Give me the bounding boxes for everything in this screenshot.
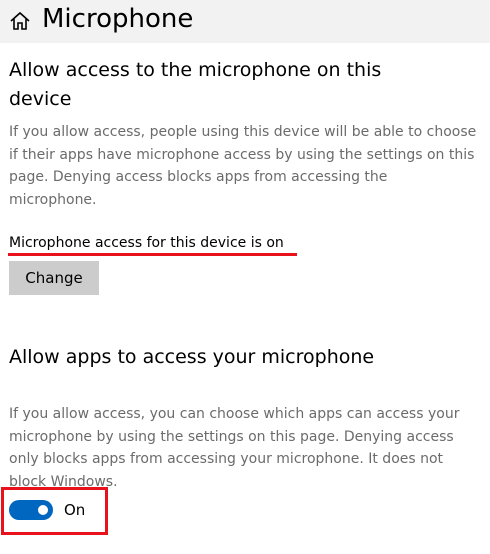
toggle-knob xyxy=(38,505,48,515)
device-access-heading: Allow access to the microphone on this d… xyxy=(9,59,382,110)
device-access-status: Microphone access for this device is on xyxy=(9,235,284,251)
change-button[interactable]: Change xyxy=(9,261,99,295)
page-header: Microphone xyxy=(0,0,490,43)
app-access-heading: Allow apps to access your microphone xyxy=(9,346,375,368)
app-access-description: If you allow access, you can choose whic… xyxy=(9,406,460,491)
page-title: Microphone xyxy=(42,4,194,34)
device-access-description: If you allow access, people using this d… xyxy=(9,124,477,209)
highlight-underline xyxy=(8,253,297,256)
toggle-state-label: On xyxy=(64,501,86,519)
microphone-access-toggle[interactable] xyxy=(9,500,53,520)
home-icon[interactable] xyxy=(9,10,31,32)
